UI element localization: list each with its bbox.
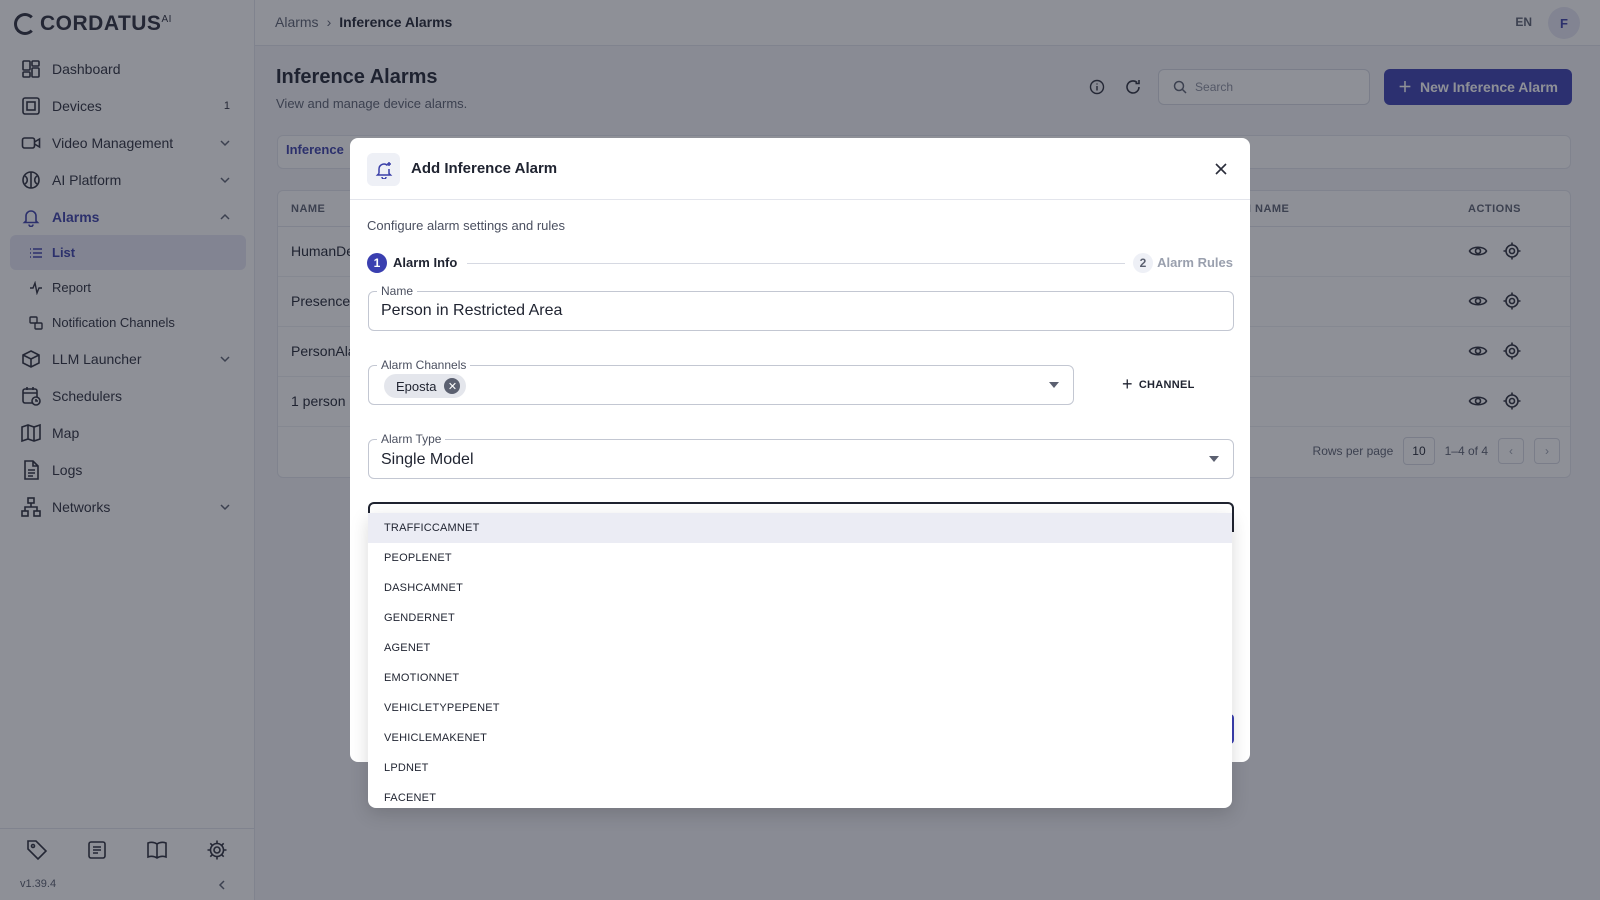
- alarm-type-value: Single Model: [381, 451, 474, 468]
- option-trafficcamnet[interactable]: TRAFFICCAMNET: [368, 513, 1232, 543]
- dialog-header: Add Inference Alarm: [350, 138, 1250, 200]
- stepper: 1 Alarm Info 2 Alarm Rules: [367, 252, 1233, 274]
- plus-icon: +: [1122, 374, 1133, 394]
- alarm-name-field[interactable]: Name Person in Restricted Area: [368, 284, 1234, 331]
- model-name-listbox: TRAFFICCAMNET PEOPLENET DASHCAMNET GENDE…: [368, 513, 1232, 808]
- caret-down-icon[interactable]: [1209, 456, 1219, 462]
- alarm-channels-select[interactable]: Alarm Channels Eposta ✕: [368, 358, 1074, 405]
- alarm-type-label: Alarm Type: [377, 432, 446, 446]
- add-channel-button[interactable]: + CHANNEL: [1122, 374, 1195, 395]
- bell-plus-icon: [367, 153, 400, 186]
- alarm-name-value: Person in Restricted Area: [381, 302, 563, 319]
- dialog-title: Add Inference Alarm: [411, 160, 558, 177]
- close-icon[interactable]: [1212, 160, 1230, 178]
- alarm-channels-label: Alarm Channels: [377, 358, 471, 372]
- alarm-name-label: Name: [377, 284, 418, 298]
- add-channel-label: CHANNEL: [1138, 378, 1195, 391]
- channel-chip-label: Eposta: [396, 378, 437, 394]
- option-vehiclemakenet[interactable]: VEHICLEMAKENET: [368, 723, 1232, 753]
- alarm-type-select[interactable]: Alarm Type Single Model: [368, 432, 1234, 479]
- caret-down-icon[interactable]: [1049, 382, 1059, 388]
- step-2-label[interactable]: Alarm Rules: [1157, 255, 1233, 270]
- option-vehicletypepenet[interactable]: VEHICLETYPEPENET: [368, 693, 1232, 723]
- option-lpdnet[interactable]: LPDNET: [368, 753, 1232, 783]
- step-1-label[interactable]: Alarm Info: [393, 255, 457, 270]
- step-1-number[interactable]: 1: [367, 253, 387, 273]
- option-peoplenet[interactable]: PEOPLENET: [368, 543, 1232, 573]
- option-agenet[interactable]: AGENET: [368, 633, 1232, 663]
- option-facenet[interactable]: FACENET: [368, 783, 1232, 808]
- channel-chip: Eposta ✕: [384, 374, 467, 398]
- remove-chip-icon[interactable]: ✕: [444, 378, 461, 394]
- option-dashcamnet[interactable]: DASHCAMNET: [368, 573, 1232, 603]
- option-gendernet[interactable]: GENDERNET: [368, 603, 1232, 633]
- stepper-connector: [467, 263, 1125, 264]
- dialog-description: Configure alarm settings and rules: [367, 218, 565, 233]
- step-2-number[interactable]: 2: [1133, 253, 1153, 273]
- option-emotionnet[interactable]: EMOTIONNET: [368, 663, 1232, 693]
